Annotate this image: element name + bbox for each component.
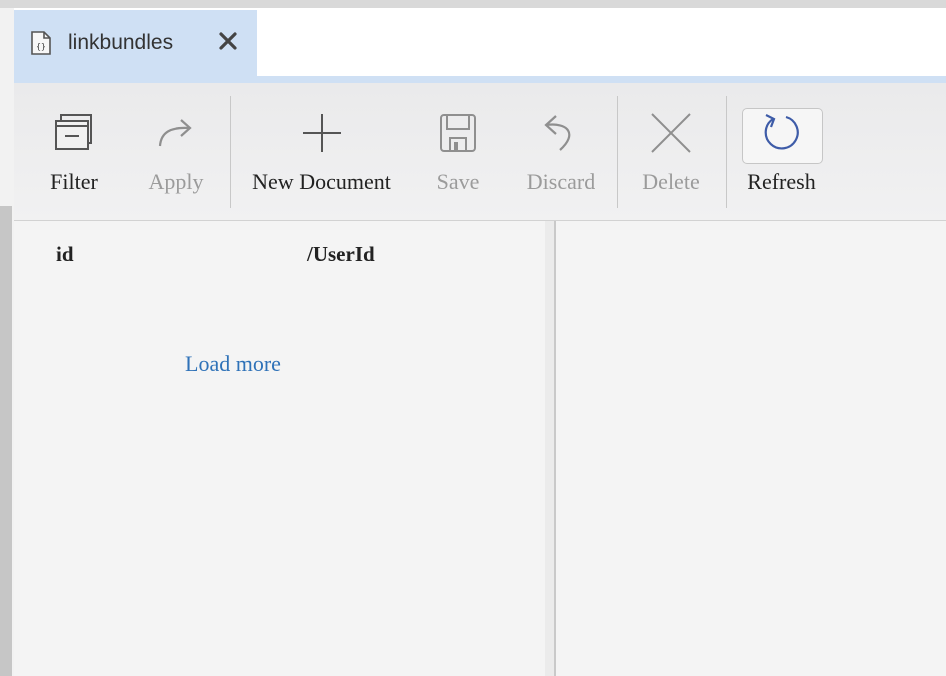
close-x-icon[interactable] [217,30,239,52]
apply-label: Apply [148,169,204,194]
tab-label: linkbundles [68,31,174,54]
column-header-userid[interactable]: /UserId [307,242,375,267]
refresh-label: Refresh [747,169,816,194]
toolbar-separator [726,96,727,208]
toolbar-separator [230,96,231,208]
new-document-button[interactable]: New Document [244,105,399,199]
discard-button[interactable]: Discard [522,105,600,199]
svg-text:{}: {} [36,42,46,51]
apply-button[interactable]: Apply [142,105,210,199]
delete-button[interactable]: Delete [638,105,704,199]
plus-icon [298,109,346,157]
discard-label: Discard [526,169,596,194]
load-more-link[interactable]: Load more [185,351,281,377]
filter-window-icon [50,109,98,157]
document-editor-pane [556,221,946,676]
left-rail [0,8,15,676]
refresh-button[interactable]: Refresh [742,105,821,199]
tab-strip-underline [14,76,946,83]
undo-arrow-icon [537,109,585,157]
command-toolbar: Filter Apply New Document Save Discard D… [14,83,946,221]
floppy-disk-icon [434,109,482,157]
filter-button[interactable]: Filter [44,105,104,199]
pane-splitter[interactable] [545,221,554,676]
left-rail-scroll-area [0,206,12,676]
refresh-circle-icon [758,109,806,157]
save-button[interactable]: Save [429,105,487,199]
tab-linkbundles[interactable]: {} linkbundles [14,10,257,76]
filter-label: Filter [50,169,98,194]
documents-list-pane: id /UserId Load more [14,221,545,676]
tab-bar: {} linkbundles [14,8,946,78]
x-icon [647,109,695,157]
json-document-icon: {} [30,31,52,55]
new-document-label: New Document [252,169,391,194]
delete-label: Delete [642,169,700,194]
save-label: Save [436,169,480,194]
toolbar-separator [617,96,618,208]
window-top-border [0,0,946,8]
column-header-id[interactable]: id [56,242,74,267]
redo-arrow-icon [152,109,200,157]
